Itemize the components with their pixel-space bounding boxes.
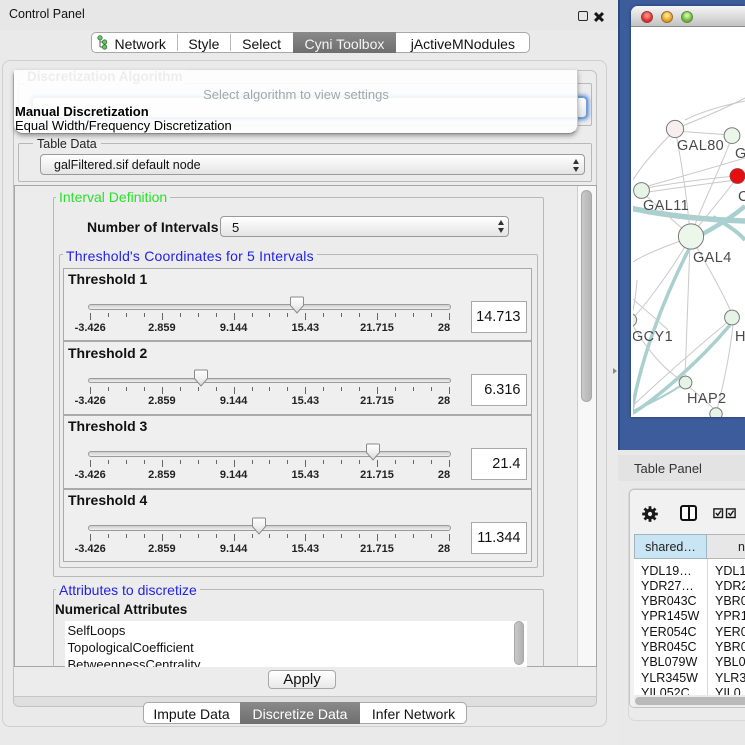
svg-text:C: C	[738, 189, 745, 205]
svg-text:H: H	[735, 329, 745, 345]
svg-text:GAL11: GAL11	[643, 198, 689, 214]
svg-text:GCY1: GCY1	[633, 329, 673, 345]
svg-text:GAL4: GAL4	[693, 250, 732, 266]
svg-text:GAL80: GAL80	[677, 138, 724, 154]
svg-text:HAP2: HAP2	[687, 391, 726, 407]
svg-text:GA: GA	[735, 146, 745, 162]
